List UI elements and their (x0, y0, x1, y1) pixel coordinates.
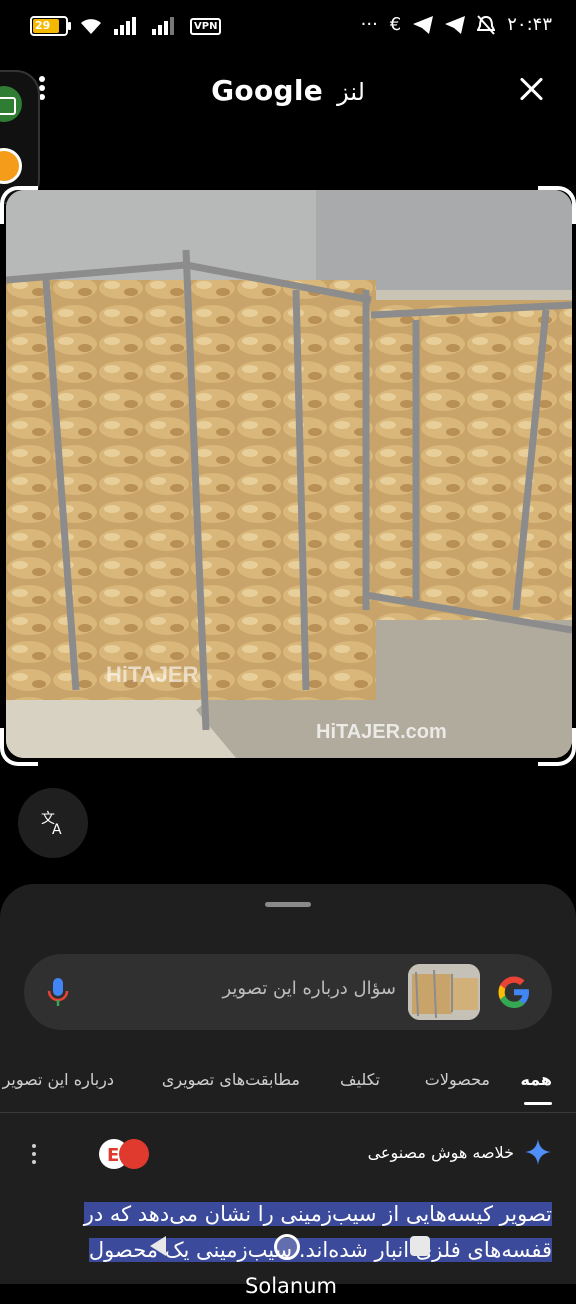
active-tab-indicator (524, 1102, 552, 1105)
wifi-icon (81, 19, 101, 34)
tab-homework[interactable]: تکلیف (340, 1070, 380, 1089)
crop-corner-tr[interactable] (538, 186, 576, 224)
crop-corner-br[interactable] (538, 728, 576, 766)
battery-icon: 29 (30, 16, 71, 36)
chat-bubble-icon[interactable] (0, 86, 22, 122)
source-logo-icon[interactable]: E (98, 1138, 152, 1170)
potato-storage-photo: HiTAJER HiTAJER.com (6, 190, 572, 758)
ai-overview-title: خلاصه هوش مصنوعی (367, 1142, 514, 1162)
svg-text:E: E (107, 1145, 119, 1166)
search-bar[interactable]: سؤال درباره این تصویر (24, 954, 552, 1030)
watermark-2: HiTAJER.com (316, 721, 447, 743)
crop-corner-bl[interactable] (0, 728, 38, 766)
result-tabs: همه محصولات تکلیف مطابقت‌های تصویری دربا… (0, 1060, 576, 1112)
nav-back-icon[interactable] (150, 1236, 166, 1256)
telegram-icon (413, 15, 434, 34)
google-logo-icon (498, 976, 529, 1008)
watermark-1: HiTAJER (106, 662, 199, 687)
tabs-divider (0, 1112, 576, 1113)
vpn-badge: VPN (190, 17, 222, 35)
status-bar: 29 VPN ··· € ۲۰:۴۳ (0, 0, 576, 56)
analyzed-image[interactable]: HiTAJER HiTAJER.com (6, 190, 572, 758)
ai-overview-header: خلاصه هوش مصنوعی (368, 1138, 552, 1166)
search-image-thumbnail[interactable] (408, 964, 480, 1020)
lens-header: Google لنز (0, 60, 576, 120)
translate-icon: 文 A (41, 811, 62, 837)
app-bubble-icon[interactable] (0, 148, 22, 184)
battery-level: 29 (35, 19, 51, 32)
ai-text-line-3: Solanum (245, 1274, 337, 1298)
telegram-icon (445, 15, 466, 34)
tab-products[interactable]: محصولات (425, 1070, 490, 1089)
crop-corner-tl[interactable] (0, 186, 38, 224)
search-input[interactable]: سؤال درباره این تصویر (222, 978, 396, 999)
tab-visual-matches[interactable]: مطابقت‌های تصویری (162, 1070, 300, 1089)
alarm-off-icon (477, 14, 496, 35)
tab-about-image[interactable]: درباره این تصویر (3, 1070, 114, 1089)
clock: ۲۰:۴۳ (507, 14, 552, 35)
translate-button[interactable]: 文 A (18, 788, 88, 858)
brand-name: Google (211, 74, 324, 107)
app-name: لنز (337, 78, 365, 106)
svg-text:A: A (52, 822, 62, 837)
status-right: ··· € ۲۰:۴۳ (361, 14, 552, 35)
ai-overview-menu-icon[interactable] (32, 1144, 40, 1168)
page-title: Google لنز (0, 74, 576, 107)
results-sheet: سؤال درباره این تصویر همه محصولات تکلیف … (0, 884, 576, 1298)
nav-recents-icon[interactable] (410, 1236, 430, 1256)
ai-text-line-1: تصویر کیسه‌هایی از سیب‌زمینی را نشان می‌… (83, 1202, 552, 1226)
sparkle-icon (525, 1139, 551, 1165)
nav-home-icon[interactable] (274, 1234, 300, 1260)
microphone-icon[interactable] (46, 976, 70, 1008)
tab-all[interactable]: همه (520, 1070, 552, 1089)
close-button[interactable] (512, 70, 552, 110)
more-dots-icon: ··· (360, 14, 378, 35)
signal-icon (114, 17, 136, 35)
euro-icon: € (389, 14, 402, 35)
status-left: 29 VPN (30, 16, 222, 36)
signal-icon-2 (152, 17, 174, 35)
sheet-drag-handle[interactable] (265, 902, 311, 907)
floating-bubbles (0, 70, 40, 204)
